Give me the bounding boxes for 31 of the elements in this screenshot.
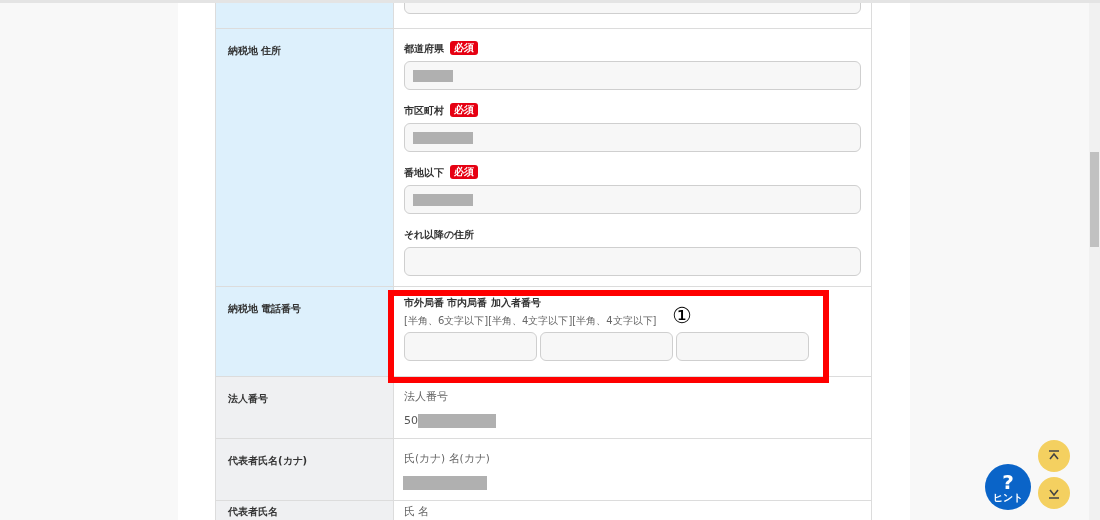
input-field[interactable] xyxy=(676,332,809,361)
row-label: 納税地 住所 xyxy=(228,45,282,56)
row-label: 納税地 電話番号 xyxy=(228,303,302,314)
field-value: 50 xyxy=(404,413,418,429)
row-label: 法人番号 xyxy=(228,393,268,404)
field-caption: 法人番号 xyxy=(404,389,448,404)
scrollbar[interactable] xyxy=(1089,3,1100,520)
input-field[interactable] xyxy=(404,123,861,152)
required-badge: 必須 xyxy=(450,103,478,117)
row-label: 代表者氏名(カナ) xyxy=(228,455,308,466)
field-label: 都道府県 xyxy=(404,41,444,56)
scrollbar-thumb[interactable] xyxy=(1090,152,1099,247)
required-badge: 必須 xyxy=(450,165,478,179)
field-caption: 氏 名 xyxy=(404,504,430,519)
input-field[interactable] xyxy=(404,185,861,214)
field-caption: 氏(カナ) 名(カナ) xyxy=(404,451,490,466)
annotation-number: ① xyxy=(672,305,692,327)
row-label: 代表者氏名 xyxy=(228,506,278,517)
input-field[interactable] xyxy=(404,61,861,90)
input-field[interactable] xyxy=(404,332,537,361)
field-label: それ以降の住所 xyxy=(404,227,474,242)
scroll-bottom-button[interactable] xyxy=(1038,477,1070,509)
required-badge: 必須 xyxy=(450,41,478,55)
format-hint: [半角、6文字以下][半角、4文字以下][半角、4文字以下] xyxy=(404,315,657,327)
input-field[interactable] xyxy=(404,247,861,276)
field-label: 番地以下 xyxy=(404,165,444,180)
scroll-top-button[interactable] xyxy=(1038,440,1070,472)
field-label: 市区町村 xyxy=(404,103,444,118)
hint-button[interactable]: ? ヒント xyxy=(985,464,1031,510)
phone-heading: 市外局番 市内局番 加入者番号 xyxy=(404,297,541,309)
input-field[interactable] xyxy=(540,332,673,361)
